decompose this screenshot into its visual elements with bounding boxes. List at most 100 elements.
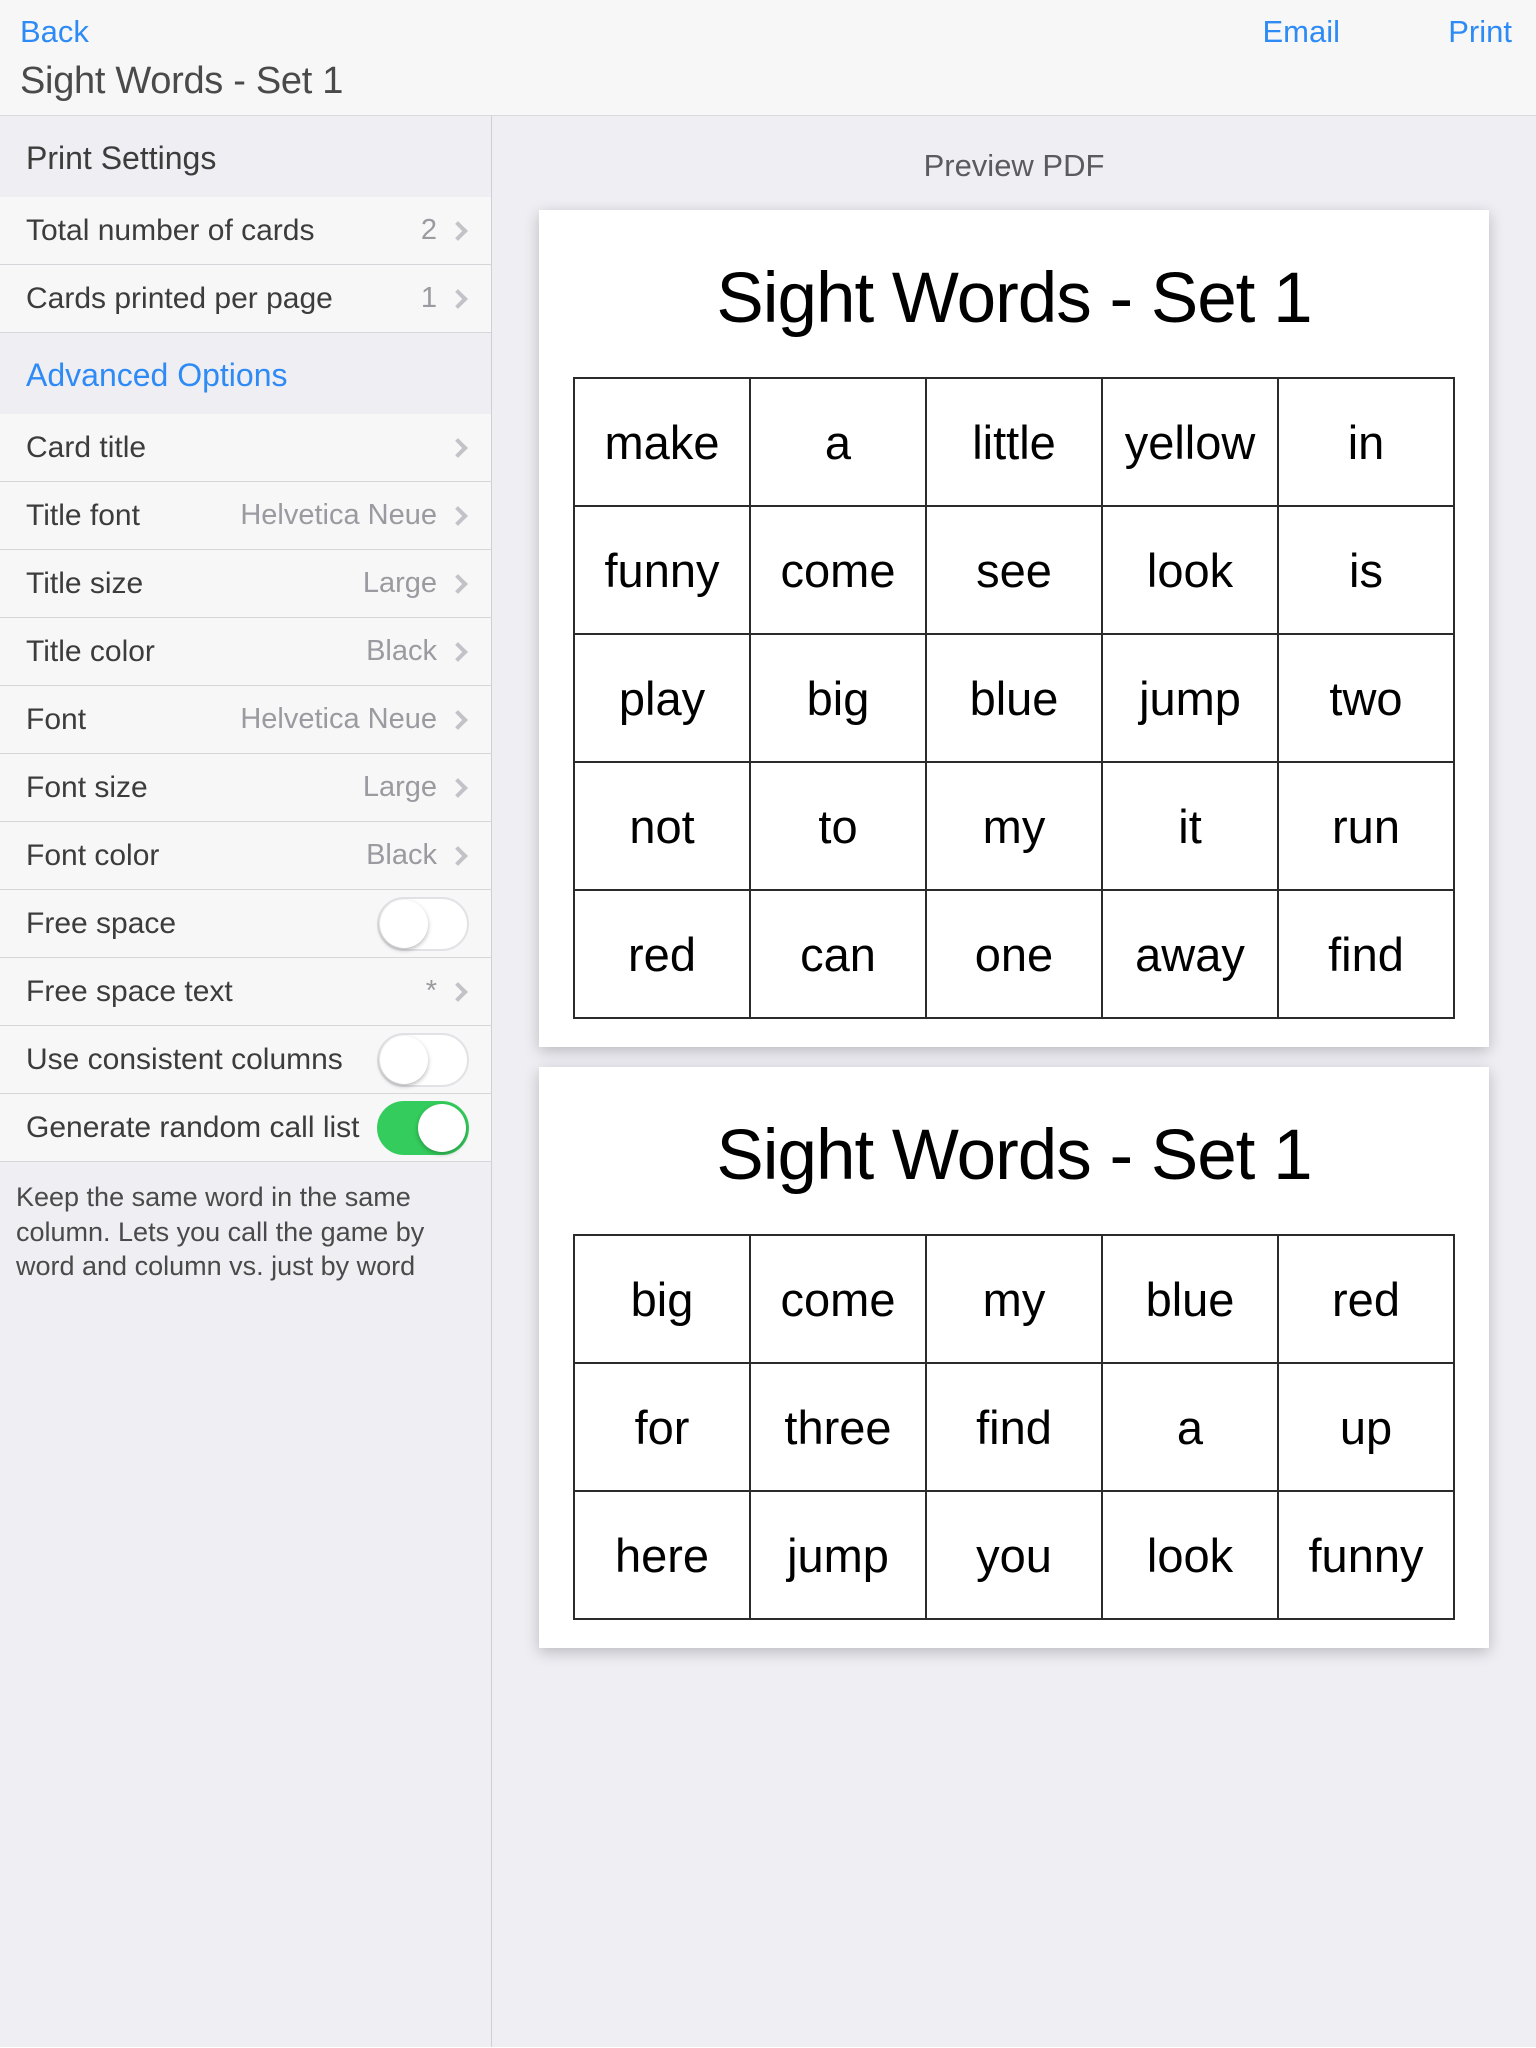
toggle-knob xyxy=(380,1035,428,1084)
bingo-cell[interactable]: here xyxy=(573,1490,751,1620)
setting-row-consistent-columns[interactable]: Use consistent columns xyxy=(0,1026,491,1094)
bingo-cell[interactable]: you xyxy=(925,1490,1103,1620)
setting-value: Helvetica Neue xyxy=(240,703,437,735)
print-button[interactable]: Print xyxy=(1448,14,1512,50)
bingo-row: funny come see look is xyxy=(573,505,1455,635)
setting-value: Large xyxy=(362,771,437,803)
bingo-cell[interactable]: look xyxy=(1101,1490,1279,1620)
setting-label: Title size xyxy=(26,566,144,600)
setting-value: Black xyxy=(366,839,437,871)
bingo-cell[interactable]: a xyxy=(1101,1362,1279,1492)
chevron-right-icon xyxy=(448,845,468,866)
bingo-cell[interactable]: find xyxy=(925,1362,1103,1492)
setting-row-free-space-text[interactable]: Free space text * xyxy=(0,958,491,1026)
chevron-right-icon xyxy=(448,573,468,594)
preview-card[interactable]: Sight Words - Set 1 make a little yellow… xyxy=(539,210,1489,1047)
bingo-cell[interactable]: it xyxy=(1101,761,1279,891)
chevron-right-icon xyxy=(448,709,468,730)
bingo-cell[interactable]: for xyxy=(573,1362,751,1492)
email-button[interactable]: Email xyxy=(1262,14,1340,50)
setting-row-total-cards[interactable]: Total number of cards 2 xyxy=(0,197,491,265)
setting-row-cards-per-page[interactable]: Cards printed per page 1 xyxy=(0,265,491,333)
bingo-grid: make a little yellow in funny come see l… xyxy=(573,377,1455,1019)
bingo-cell[interactable]: one xyxy=(925,889,1103,1019)
setting-row-title-font[interactable]: Title font Helvetica Neue xyxy=(0,482,491,550)
bingo-cell[interactable]: to xyxy=(749,761,927,891)
setting-row-title-color[interactable]: Title color Black xyxy=(0,618,491,686)
setting-row-font[interactable]: Font Helvetica Neue xyxy=(0,686,491,754)
print-settings-sidebar[interactable]: Print Settings Total number of cards 2 C… xyxy=(0,116,492,2047)
bingo-cell[interactable]: is xyxy=(1277,505,1455,635)
bingo-cell[interactable]: yellow xyxy=(1101,377,1279,507)
random-call-list-toggle[interactable] xyxy=(377,1100,469,1155)
bingo-cell[interactable]: jump xyxy=(749,1490,927,1620)
pdf-preview-panel[interactable]: Preview PDF Sight Words - Set 1 make a l… xyxy=(492,116,1536,2047)
bingo-grid: big come my blue red for three find a up… xyxy=(573,1234,1455,1620)
bingo-cell[interactable]: three xyxy=(749,1362,927,1492)
bingo-cell[interactable]: big xyxy=(749,633,927,763)
bingo-cell[interactable]: find xyxy=(1277,889,1455,1019)
bingo-cell[interactable]: red xyxy=(573,889,751,1019)
setting-label: Use consistent columns xyxy=(26,1042,343,1076)
setting-row-font-color[interactable]: Font color Black xyxy=(0,822,491,890)
bingo-cell[interactable]: big xyxy=(573,1234,751,1364)
setting-row-font-size[interactable]: Font size Large xyxy=(0,754,491,822)
bingo-cell[interactable]: away xyxy=(1101,889,1279,1019)
print-settings-header: Print Settings xyxy=(0,116,491,197)
bingo-cell[interactable]: play xyxy=(573,633,751,763)
bingo-cell[interactable]: look xyxy=(1101,505,1279,635)
setting-label: Font size xyxy=(26,770,148,804)
setting-label: Font color xyxy=(26,838,160,872)
preview-card[interactable]: Sight Words - Set 1 big come my blue red… xyxy=(539,1067,1489,1648)
setting-label: Title font xyxy=(26,498,140,532)
setting-label: Free space text xyxy=(26,974,233,1008)
bingo-cell[interactable]: can xyxy=(749,889,927,1019)
advanced-options-header[interactable]: Advanced Options xyxy=(0,333,491,414)
chevron-right-icon xyxy=(448,220,468,241)
setting-value: Helvetica Neue xyxy=(240,499,437,531)
top-navigation-bar: Back Email Print Sight Words - Set 1 xyxy=(0,0,1536,116)
setting-row-card-title[interactable]: Card title xyxy=(0,414,491,482)
bingo-row: here jump you look funny xyxy=(573,1490,1455,1620)
chevron-right-icon xyxy=(448,981,468,1002)
setting-label: Card title xyxy=(26,430,147,464)
bingo-cell[interactable]: up xyxy=(1277,1362,1455,1492)
free-space-toggle[interactable] xyxy=(377,896,469,951)
setting-label: Free space xyxy=(26,906,177,940)
bingo-cell[interactable]: funny xyxy=(573,505,751,635)
bingo-cell[interactable]: see xyxy=(925,505,1103,635)
setting-value: * xyxy=(425,975,437,1007)
bingo-cell[interactable]: a xyxy=(749,377,927,507)
setting-value: Black xyxy=(366,635,437,667)
bingo-cell[interactable]: two xyxy=(1277,633,1455,763)
setting-row-free-space[interactable]: Free space xyxy=(0,890,491,958)
bingo-cell[interactable]: in xyxy=(1277,377,1455,507)
bingo-row: big come my blue red xyxy=(573,1234,1455,1364)
bingo-cell[interactable]: my xyxy=(925,1234,1103,1364)
bingo-row: not to my it run xyxy=(573,761,1455,891)
bingo-cell[interactable]: not xyxy=(573,761,751,891)
toggle-knob xyxy=(418,1103,466,1152)
bingo-cell[interactable]: little xyxy=(925,377,1103,507)
consistent-columns-toggle[interactable] xyxy=(377,1032,469,1087)
setting-row-title-size[interactable]: Title size Large xyxy=(0,550,491,618)
bingo-cell[interactable]: blue xyxy=(925,633,1103,763)
bingo-cell[interactable]: jump xyxy=(1101,633,1279,763)
bingo-cell[interactable]: come xyxy=(749,1234,927,1364)
setting-label: Font xyxy=(26,702,87,736)
bingo-cell[interactable]: funny xyxy=(1277,1490,1455,1620)
bingo-cell[interactable]: blue xyxy=(1101,1234,1279,1364)
setting-row-random-call-list[interactable]: Generate random call list xyxy=(0,1094,491,1162)
setting-value: Large xyxy=(362,567,437,599)
bingo-cell[interactable]: run xyxy=(1277,761,1455,891)
back-button[interactable]: Back xyxy=(20,14,89,50)
card-title: Sight Words - Set 1 xyxy=(716,1116,1312,1195)
settings-footnote: Keep the same word in the same column. L… xyxy=(0,1162,491,1294)
bingo-cell[interactable]: my xyxy=(925,761,1103,891)
preview-header: Preview PDF xyxy=(923,148,1105,183)
bingo-cell[interactable]: come xyxy=(749,505,927,635)
bingo-cell[interactable]: red xyxy=(1277,1234,1455,1364)
setting-value: 1 xyxy=(420,282,437,314)
bingo-cell[interactable]: make xyxy=(573,377,751,507)
bingo-row: for three find a up xyxy=(573,1362,1455,1492)
